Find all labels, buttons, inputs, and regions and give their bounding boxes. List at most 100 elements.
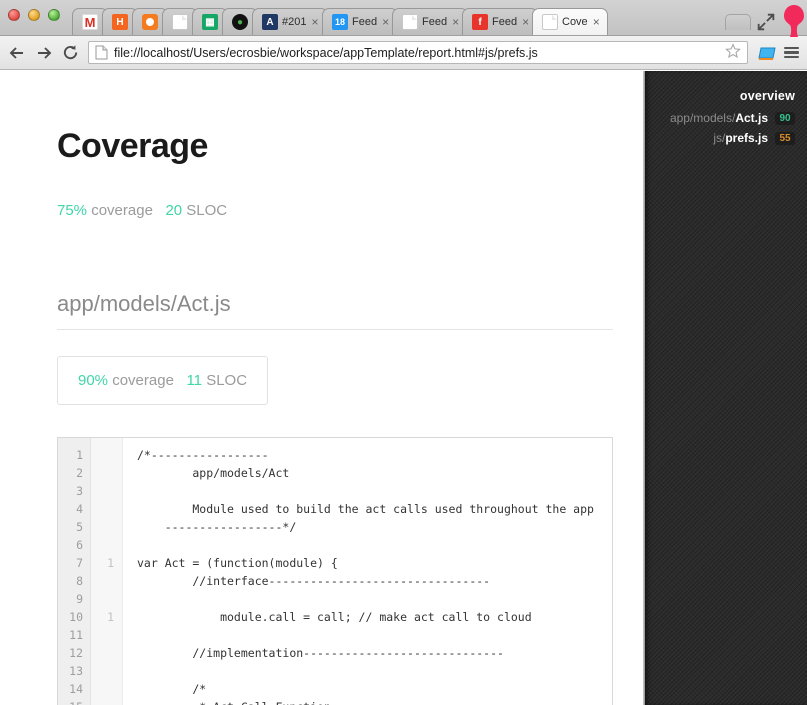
overview-item-0[interactable]: app/models/Act.js 90 [645, 111, 795, 125]
back-arrow-icon[interactable] [8, 45, 26, 61]
hit-count [91, 698, 114, 705]
file-sloc-label: SLOC [206, 372, 248, 389]
hipchat-icon: H [112, 14, 128, 30]
extension-icon[interactable] [757, 45, 776, 61]
line-number: 10 [69, 610, 83, 624]
page-viewport: Coverage 75% coverage 20 SLOC app/models… [0, 71, 807, 705]
line-number: 2 [76, 466, 83, 480]
overview-item-score-badge: 55 [775, 131, 795, 145]
overview-items: app/models/Act.js 90 js/prefs.js 55 [645, 111, 795, 145]
line-number-gutter: 123456789101112131415 [58, 438, 91, 705]
page-title: Coverage [57, 127, 208, 165]
tab-title: Feed [352, 16, 378, 28]
code-line: /* [137, 682, 207, 696]
window-traffic-lights [8, 9, 60, 21]
tab-close-icon[interactable]: × [593, 16, 600, 28]
code-line: //interface-----------------------------… [137, 574, 491, 588]
hit-count [91, 518, 114, 536]
hit-count [91, 644, 114, 662]
code-line: //implementation------------------------… [137, 646, 504, 660]
asana-icon: A [262, 14, 278, 30]
browser-tab-6[interactable]: A #201 × [252, 8, 328, 35]
hit-count [91, 590, 114, 608]
tab-close-icon[interactable]: × [311, 16, 318, 28]
tab-close-icon[interactable]: × [382, 16, 389, 28]
overview-item-path: js/prefs.js [713, 131, 768, 145]
code-lines: /*----------------- app/models/Act Modul… [123, 438, 612, 705]
hit-count [91, 626, 114, 644]
line-number: 5 [76, 520, 83, 534]
source-code-block: 123456789101112131415 1 1 /*------------… [57, 437, 613, 705]
browser-tab-9[interactable]: f Feed × [462, 8, 538, 35]
browser-window: M H ▦ ● A #201 × 18 Feed × Feed × f Feed × Cove × [0, 0, 807, 705]
url-text[interactable]: file://localhost/Users/ecrosbie/workspac… [114, 46, 719, 60]
overall-coverage-percent: 75% [57, 202, 88, 219]
code-line: -----------------*/ [137, 520, 297, 534]
gmail-icon: M [82, 14, 98, 30]
hamburger-menu-icon[interactable] [784, 46, 799, 59]
line-number: 3 [76, 484, 83, 498]
close-window-button[interactable] [8, 9, 20, 21]
line-number: 14 [69, 682, 83, 696]
browser-tab-7[interactable]: 18 Feed × [322, 8, 398, 35]
line-number: 15 [58, 698, 83, 705]
star-icon[interactable] [725, 43, 741, 62]
hit-count: 1 [107, 556, 114, 570]
overall-coverage-label: coverage [91, 202, 153, 219]
tab-close-icon[interactable]: × [522, 16, 529, 28]
fullscreen-icon[interactable] [755, 11, 777, 33]
file-coverage-percent: 90% [78, 372, 109, 389]
tab-title: #201 [282, 16, 307, 28]
hit-count [91, 572, 114, 590]
overview-title: overview [739, 89, 795, 103]
overall-coverage-summary: 75% coverage 20 SLOC [57, 202, 645, 219]
tab-close-icon[interactable]: × [452, 16, 459, 28]
file-sloc-value: 11 [186, 372, 203, 389]
browser-tab-8[interactable]: Feed × [392, 8, 468, 35]
code-line: * Act Call Function [137, 698, 612, 705]
overview-item-score-badge: 90 [775, 111, 795, 125]
forward-arrow-icon[interactable] [35, 45, 53, 61]
line-number: 11 [69, 628, 83, 642]
hit-count [91, 482, 114, 500]
hit-count [91, 680, 114, 698]
hit-count: 1 [107, 610, 114, 624]
new-tab-button[interactable] [725, 14, 751, 30]
tab-strip: M H ▦ ● A #201 × 18 Feed × Feed × f Feed × Cove × [0, 0, 807, 39]
line-number: 1 [76, 448, 83, 462]
reload-icon[interactable] [62, 44, 79, 61]
line-number: 7 [76, 556, 83, 570]
code-line: module.call = call; // make act call to … [137, 610, 532, 624]
spreadsheet-icon: ▦ [202, 14, 218, 30]
line-number: 4 [76, 502, 83, 516]
code-line: /*----------------- [137, 448, 269, 462]
overall-sloc-value: 20 [165, 202, 183, 219]
coverage-report-main: Coverage 75% coverage 20 SLOC app/models… [0, 71, 645, 705]
code-line: var Act = (function(module) { [137, 556, 338, 570]
tab-title: Feed [492, 16, 518, 28]
line-number: 8 [76, 574, 83, 588]
file-coverage-label: coverage [112, 372, 174, 389]
hit-count-gutter: 1 1 [91, 438, 123, 705]
tab-strip-right-controls [725, 5, 805, 39]
overview-item-filename: prefs.js [725, 131, 768, 145]
browser-tab-10[interactable]: Cove × [532, 8, 608, 35]
maximize-window-button[interactable] [48, 9, 60, 21]
tabs-container: M H ▦ ● A #201 × 18 Feed × Feed × f Feed × Cove × [72, 0, 608, 35]
page-icon [95, 45, 108, 60]
minimize-window-button[interactable] [28, 9, 40, 21]
line-number: 13 [69, 664, 83, 678]
document-icon [402, 14, 418, 30]
feedly-icon: f [472, 14, 488, 30]
browser-toolbar: file://localhost/Users/ecrosbie/workspac… [0, 36, 807, 70]
file-title: app/models/Act.js [57, 291, 613, 330]
line-number: 6 [76, 538, 83, 552]
overview-item-1[interactable]: js/prefs.js 55 [645, 131, 795, 145]
file-coverage-stat-box: 90% coverage 11 SLOC [57, 356, 269, 405]
address-bar[interactable]: file://localhost/Users/ecrosbie/workspac… [88, 41, 748, 64]
line-number: 12 [69, 646, 83, 660]
